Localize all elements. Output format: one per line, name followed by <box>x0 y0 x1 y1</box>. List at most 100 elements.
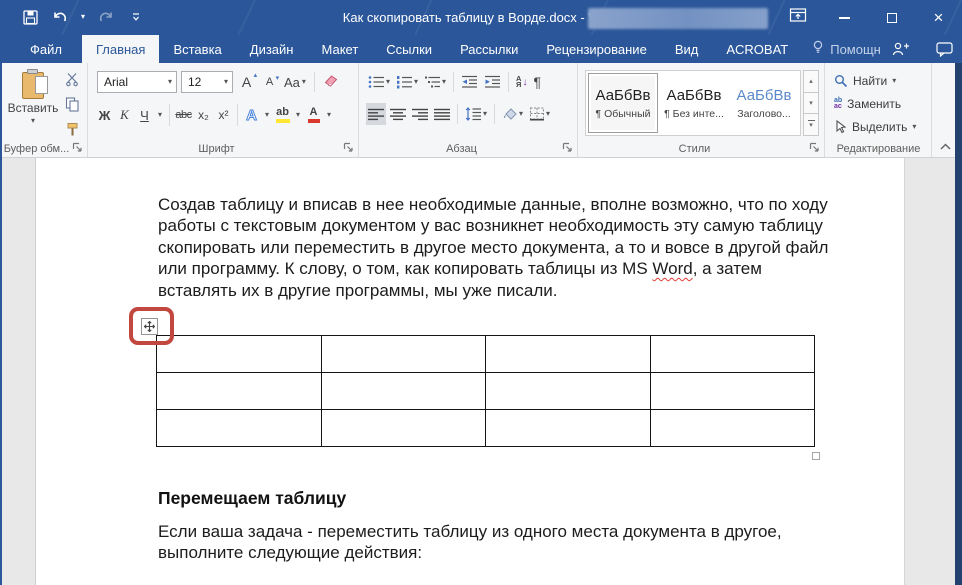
customize-qat-button[interactable] <box>124 6 148 28</box>
strikethrough-button[interactable]: abc <box>174 104 193 126</box>
clipboard-dialog-launcher[interactable] <box>72 142 84 154</box>
paragraph-2[interactable]: Если ваша задача - переместить таблицу и… <box>158 521 848 564</box>
font-color-button[interactable]: А <box>304 104 323 126</box>
sort-letter-z: Я <box>516 82 521 88</box>
table-cell[interactable] <box>650 373 815 410</box>
font-dialog-launcher[interactable] <box>343 142 355 154</box>
align-right-button[interactable] <box>410 103 430 125</box>
table-cell[interactable] <box>486 336 651 373</box>
borders-button[interactable]: ▾ <box>527 103 552 125</box>
paragraph-dialog-launcher[interactable] <box>562 142 574 154</box>
font-color-dropdown[interactable]: ▾ <box>324 104 334 126</box>
tab-view[interactable]: Вид <box>661 35 713 63</box>
tab-insert[interactable]: Вставка <box>159 35 235 63</box>
styles-dialog-launcher[interactable] <box>809 142 821 154</box>
increase-indent-button[interactable] <box>482 71 503 93</box>
underline-dropdown[interactable]: ▾ <box>155 104 165 126</box>
collapse-ribbon-button[interactable] <box>936 139 954 153</box>
cut-button[interactable] <box>62 72 82 90</box>
section-heading[interactable]: Перемещаем таблицу <box>158 488 346 509</box>
table-cell[interactable] <box>321 336 486 373</box>
copy-button[interactable] <box>62 97 82 115</box>
justify-button[interactable] <box>432 103 452 125</box>
table-cell[interactable] <box>321 373 486 410</box>
bold-button[interactable]: Ж <box>95 104 114 126</box>
save-button[interactable] <box>18 6 42 28</box>
multilevel-list-button[interactable]: ▾ <box>422 71 448 93</box>
style-card-no-spacing[interactable]: АаБбВв ¶ Без инте... <box>660 73 728 133</box>
show-marks-button[interactable]: ¶ <box>531 71 543 93</box>
style-card-heading1[interactable]: АаБбВв Заголово... <box>730 73 798 133</box>
replace-button[interactable]: ab ac Заменить <box>834 94 901 114</box>
undo-button[interactable] <box>48 6 72 28</box>
clear-formatting-button[interactable] <box>322 71 341 93</box>
ribbon-display-options-button[interactable] <box>774 0 821 35</box>
lightbulb-icon <box>812 40 824 58</box>
format-painter-button[interactable] <box>62 122 82 140</box>
tab-layout[interactable]: Макет <box>307 35 372 63</box>
document-page[interactable]: Создав таблицу и вписав в нее необходимы… <box>35 158 905 585</box>
tell-me-box[interactable]: Помощн <box>802 35 891 63</box>
bullets-button[interactable]: ▾ <box>366 71 392 93</box>
table-cell[interactable] <box>650 410 815 447</box>
tab-mailings[interactable]: Рассылки <box>446 35 532 63</box>
share-icon[interactable] <box>891 41 910 57</box>
clipboard-small-buttons <box>62 72 82 140</box>
tab-home[interactable]: Главная <box>82 35 159 63</box>
shrink-font-button[interactable]: A▾ <box>260 71 279 93</box>
line-spacing-button[interactable]: ▾ <box>463 103 489 125</box>
grow-font-button[interactable]: A▴ <box>237 71 256 93</box>
superscript-button[interactable]: x² <box>214 104 233 126</box>
tab-acrobat[interactable]: ACROBAT <box>712 35 802 63</box>
select-button[interactable]: Выделить ▾ <box>834 117 916 137</box>
align-left-button[interactable] <box>366 103 386 125</box>
italic-button[interactable]: К <box>115 104 134 126</box>
tab-review[interactable]: Рецензирование <box>532 35 660 63</box>
minimize-button[interactable] <box>821 0 868 35</box>
comments-icon[interactable] <box>936 42 953 57</box>
table-cell[interactable] <box>650 336 815 373</box>
tab-design[interactable]: Дизайн <box>236 35 308 63</box>
group-label-styles: Стили <box>579 143 810 155</box>
underline-button[interactable]: Ч <box>135 104 154 126</box>
align-center-button[interactable] <box>388 103 408 125</box>
table-cell[interactable] <box>157 373 322 410</box>
close-button[interactable]: × <box>915 0 962 35</box>
styles-more-button[interactable]: ▾ <box>803 114 819 136</box>
table-move-handle[interactable] <box>141 318 158 335</box>
shading-button[interactable]: ▾ <box>500 103 525 125</box>
style-card-normal[interactable]: АаБбВв ¶ Обычный <box>588 73 658 133</box>
multilevel-list-icon <box>424 75 441 89</box>
text-effects-button[interactable]: A <box>242 104 261 126</box>
redo-button-disabled[interactable] <box>94 6 118 28</box>
table-cell[interactable] <box>321 410 486 447</box>
table-cell[interactable] <box>157 336 322 373</box>
text-effects-dropdown[interactable]: ▾ <box>262 104 272 126</box>
tab-file[interactable]: Файл <box>10 35 82 63</box>
sort-button[interactable]: АЯ ↓ <box>514 71 529 93</box>
style-name: ¶ Без инте... <box>664 108 724 120</box>
highlight-dropdown[interactable]: ▾ <box>293 104 303 126</box>
maximize-button[interactable] <box>868 0 915 35</box>
paragraph-1[interactable]: Создав таблицу и вписав в нее необходимы… <box>158 194 834 301</box>
numbering-button[interactable]: ▾ <box>394 71 420 93</box>
paste-button[interactable]: Вставить ▾ <box>7 70 59 138</box>
decrease-indent-button[interactable] <box>459 71 480 93</box>
font-name-combo[interactable]: Arial ▾ <box>97 71 177 93</box>
table-cell[interactable] <box>486 410 651 447</box>
group-paragraph: ▾ ▾ ▾ АЯ <box>360 63 578 157</box>
find-button[interactable]: Найти ▾ <box>834 71 896 91</box>
tab-references[interactable]: Ссылки <box>372 35 446 63</box>
table-resize-handle[interactable] <box>812 452 820 460</box>
undo-dropdown[interactable]: ▾ <box>78 6 88 28</box>
change-case-button[interactable]: Aa ▾ <box>283 71 307 93</box>
document-workspace: Создав таблицу и вписав в нее необходимы… <box>0 158 962 585</box>
subscript-button[interactable]: x₂ <box>194 104 213 126</box>
styles-scroll-down-button[interactable]: ▾ <box>803 93 819 115</box>
font-size-combo[interactable]: 12 ▾ <box>181 71 233 93</box>
group-label-paragraph: Абзац <box>360 143 563 155</box>
highlight-button[interactable]: ab <box>273 104 292 126</box>
table-cell[interactable] <box>486 373 651 410</box>
table-cell[interactable] <box>157 410 322 447</box>
styles-scroll-up-button[interactable]: ▴ <box>803 70 819 93</box>
